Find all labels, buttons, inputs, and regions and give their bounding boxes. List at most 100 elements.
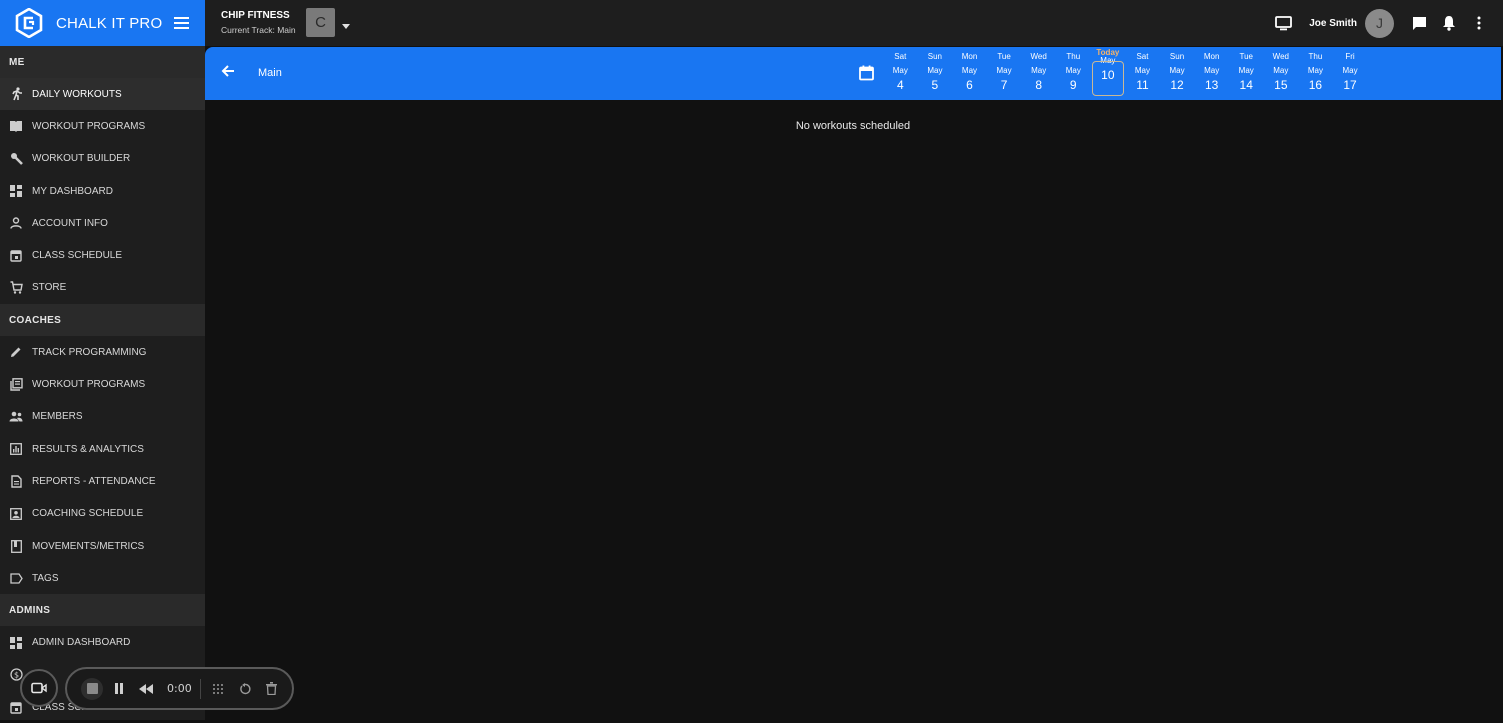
person-icon xyxy=(9,216,23,230)
day-number: 8 xyxy=(1035,78,1043,92)
sidebar-item-track-programming[interactable]: TRACK PROGRAMMING xyxy=(0,336,205,368)
recorder-toolbar: 0:00 xyxy=(65,667,294,710)
month-label: May xyxy=(1031,66,1047,75)
id-card-icon xyxy=(9,507,23,521)
day-cell[interactable]: Sun May 12 xyxy=(1160,49,1195,92)
calendar-icon xyxy=(9,700,23,714)
page-title: Main xyxy=(258,67,282,79)
calendar-picker-icon[interactable] xyxy=(859,65,874,86)
today-highlight xyxy=(1091,61,1124,96)
day-cell[interactable]: Sat May 4 xyxy=(883,49,918,92)
day-of-week: Mon xyxy=(1203,52,1220,61)
sidebar-item-workout-programs[interactable]: WORKOUT PROGRAMS xyxy=(0,368,205,400)
day-number: 7 xyxy=(1000,78,1008,92)
sidebar-item-workout-builder[interactable]: WORKOUT BUILDER xyxy=(0,143,205,175)
gym-dropdown-caret-icon[interactable] xyxy=(341,17,351,35)
day-of-week: Mon xyxy=(961,52,978,61)
day-of-week: Wed xyxy=(1272,52,1289,61)
day-cell[interactable]: Thu May 9 xyxy=(1056,49,1091,92)
day-cell[interactable]: Mon May 6 xyxy=(952,49,987,92)
sidebar-item-label: MOVEMENTS/METRICS xyxy=(32,540,145,552)
day-of-week: Thu xyxy=(1066,52,1081,61)
sidebar-item-label: COACHING SCHEDULE xyxy=(32,508,144,520)
track-header: Main Sat May 4 Sun May 5 Mon May 6 Tue May 7 Wed May 8… xyxy=(205,47,1501,100)
day-cell[interactable]: Wed May 8 xyxy=(1021,49,1056,92)
pencil-icon xyxy=(9,345,23,359)
more-vertical-icon[interactable] xyxy=(1469,13,1489,33)
library-icon xyxy=(9,378,23,392)
day-cell[interactable]: Sun May 5 xyxy=(918,49,953,92)
day-number: 12 xyxy=(1170,78,1184,92)
month-label: May xyxy=(892,66,908,75)
sidebar-item-label: ADMIN DASHBOARD xyxy=(32,637,131,649)
sidebar-item-reports-attendance[interactable]: REPORTS - ATTENDANCE xyxy=(0,465,205,497)
sidebar-item-store[interactable]: STORE xyxy=(0,272,205,304)
sidebar-item-admin-dashboard[interactable]: ADMIN DASHBOARD xyxy=(0,626,205,658)
sidebar-item-class-schedule[interactable]: CLASS SCHEDULE xyxy=(0,239,205,271)
sidebar-item-members[interactable]: MEMBERS xyxy=(0,401,205,433)
month-label: May xyxy=(1342,66,1358,75)
day-of-week: Wed xyxy=(1030,52,1047,61)
restart-icon[interactable] xyxy=(234,678,256,700)
month-label: May xyxy=(927,66,943,75)
month-label: May xyxy=(1307,66,1323,75)
day-today[interactable]: Today May 10 xyxy=(1091,48,1126,96)
sidebar-item-label: WORKOUT BUILDER xyxy=(32,153,131,165)
empty-state-message: No workouts scheduled xyxy=(795,120,911,132)
day-number: 6 xyxy=(966,78,973,92)
sidebar-item-workout-programs[interactable]: WORKOUT PROGRAMS xyxy=(0,110,205,142)
video-camera-icon xyxy=(31,682,47,694)
gym-avatar[interactable]: C xyxy=(306,8,335,37)
sidebar-item-account-info[interactable]: ACCOUNT INFO xyxy=(0,207,205,239)
back-arrow-icon[interactable] xyxy=(220,63,236,84)
day-cell[interactable]: Fri May 17 xyxy=(1333,49,1368,92)
sidebar-item-tags[interactable]: TAGS xyxy=(0,562,205,594)
svg-text:$: $ xyxy=(13,671,18,680)
people-icon xyxy=(9,410,23,424)
monitor-icon[interactable] xyxy=(1273,13,1293,33)
day-cell[interactable]: Mon May 13 xyxy=(1194,49,1229,92)
section-header: COACHES xyxy=(0,304,205,337)
book-icon xyxy=(9,119,23,133)
sidebar-item-results-analytics[interactable]: RESULTS & ANALYTICS xyxy=(0,433,205,465)
calendar-icon xyxy=(9,249,23,263)
current-track: Current Track: Main xyxy=(221,25,296,35)
pause-icon[interactable] xyxy=(108,678,130,700)
avatar[interactable]: J xyxy=(1365,8,1394,38)
day-number: 5 xyxy=(931,78,939,92)
sidebar-item-movements-metrics[interactable]: MOVEMENTS/METRICS xyxy=(0,530,205,562)
recording-timer: 0:00 xyxy=(167,682,192,695)
day-of-week: Sat xyxy=(1136,52,1149,61)
sidebar-item-daily-workouts[interactable]: DAILY WORKOUTS xyxy=(0,78,205,111)
bell-icon[interactable] xyxy=(1439,13,1459,33)
sidebar-item-label: MEMBERS xyxy=(32,411,83,423)
sidebar-item-coaching-schedule[interactable]: COACHING SCHEDULE xyxy=(0,498,205,530)
top-bar: CHIP FITNESS Current Track: Main C Joe S… xyxy=(205,0,1503,46)
dashboard-icon xyxy=(9,636,23,650)
sidebar: CHALK IT PRO ME DAILY WORKOUTS WORKOUT PRO… xyxy=(0,0,205,720)
sidebar-item-label: CLASS SCHEDULE xyxy=(32,250,123,262)
user-name[interactable]: Joe Smith xyxy=(1309,18,1357,29)
hamburger-menu-icon[interactable] xyxy=(171,13,191,33)
stop-icon[interactable] xyxy=(81,677,103,700)
chat-icon[interactable] xyxy=(1409,13,1429,33)
day-cell[interactable]: Wed May 15 xyxy=(1264,49,1299,92)
month-label: May xyxy=(1169,66,1185,75)
day-cell[interactable]: Sat May 11 xyxy=(1125,49,1160,92)
sidebar-nav: ME DAILY WORKOUTS WORKOUT PROGRAMS WORKOUT … xyxy=(0,46,205,723)
camera-toggle-button[interactable] xyxy=(20,669,58,707)
day-of-week: Tue xyxy=(997,52,1011,61)
sidebar-item-my-dashboard[interactable]: MY DASHBOARD xyxy=(0,175,205,207)
runner-icon xyxy=(9,87,23,101)
grid-dots-icon[interactable] xyxy=(207,678,229,700)
rewind-icon[interactable] xyxy=(135,678,157,700)
day-cell[interactable]: Tue May 7 xyxy=(987,49,1022,92)
month-label: May xyxy=(1065,66,1081,75)
day-cell[interactable]: Thu May 16 xyxy=(1298,49,1333,92)
day-of-week: Sun xyxy=(1169,52,1185,61)
trash-icon[interactable] xyxy=(261,678,283,700)
section-header: ME xyxy=(0,46,205,78)
day-cell[interactable]: Tue May 14 xyxy=(1229,49,1264,92)
document-icon xyxy=(9,474,23,488)
tag-icon xyxy=(9,571,23,585)
